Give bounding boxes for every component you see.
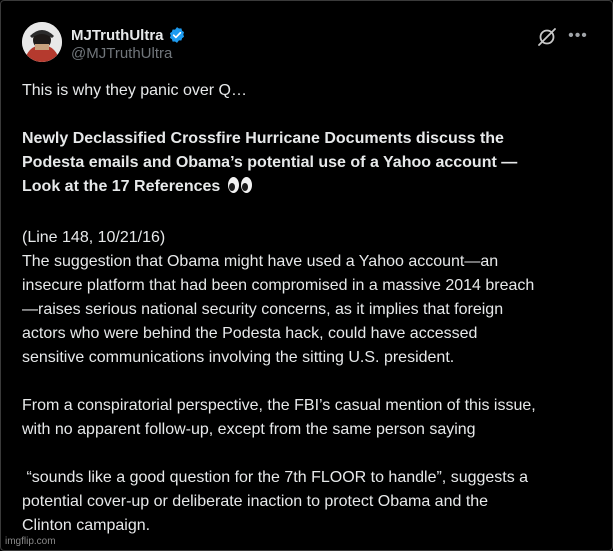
post-headline-text: Look at the 17 References [22,178,221,195]
post-text-line: From a conspiratorial perspective, the F… [22,397,536,414]
grok-icon[interactable] [537,27,557,47]
watermark: imgflip.com [5,536,56,547]
more-options-icon[interactable]: ••• [568,26,588,46]
post-text-line: —raises serious national security concer… [22,301,504,318]
post-text-line: with no apparent follow-up, except from … [22,421,476,438]
post-text-line: This is why they panic over Q… [22,82,247,99]
post-text-line: sensitive communications involving the s… [22,349,455,366]
post-text-line: actors who were behind the Podesta hack,… [22,325,478,342]
post-text-line: (Line 148, 10/21/16) [22,229,166,246]
post-text-line: “sounds like a good question for the 7th… [22,469,529,486]
post-text-line: The suggestion that Obama might have use… [22,253,499,270]
post-headline-line: Newly Declassified Crossfire Hurricane D… [22,130,504,147]
author-row: MJTruthUltra [71,25,186,45]
post-headline-line: Look at the 17 References [22,175,597,202]
post-text: This is why they panic over Q… Newly Dec… [22,79,597,538]
post-text-line: insecure platform that had been compromi… [22,277,535,294]
post-text-line: Clinton campaign. [22,517,151,534]
author-display-name[interactable]: MJTruthUltra [71,27,164,44]
eyes-emoji [227,176,253,202]
verified-badge-icon [168,26,186,44]
avatar[interactable] [22,22,62,62]
post-text-line: potential cover-up or deliberate inactio… [22,493,489,510]
post-headline-line: Podesta emails and Obama’s potential use… [22,154,518,171]
author-handle[interactable]: @MJTruthUltra [71,45,172,62]
